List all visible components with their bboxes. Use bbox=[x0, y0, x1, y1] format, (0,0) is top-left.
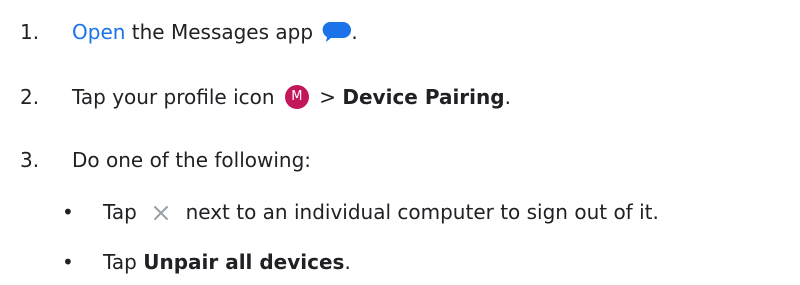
bullet-1-text-before: Tap bbox=[103, 200, 137, 224]
open-link[interactable]: Open bbox=[72, 20, 125, 44]
bullet-1-content: Tap next to an individual computer to si… bbox=[103, 198, 659, 226]
bullet-marker: • bbox=[62, 250, 74, 274]
bullet-marker: • bbox=[62, 200, 74, 224]
step-2-content: Tap your profile icon M > Device Pairing… bbox=[72, 83, 511, 111]
unpair-all-devices-label: Unpair all devices bbox=[143, 250, 345, 274]
bullet-2-text-before: Tap bbox=[103, 250, 144, 274]
step-3-text: Do one of the following: bbox=[72, 148, 312, 172]
step-1-period: . bbox=[351, 20, 358, 44]
bullet-1-text-after: next to an individual computer to sign o… bbox=[185, 200, 659, 224]
device-pairing-label: Device Pairing bbox=[342, 85, 505, 109]
step-1-content: Open the Messages app . bbox=[72, 18, 358, 46]
close-x-icon bbox=[151, 202, 171, 222]
step-number: 1. bbox=[20, 20, 40, 44]
messages-app-icon bbox=[321, 20, 352, 44]
step-2-separator: > bbox=[312, 85, 343, 109]
step-1-text: the Messages app bbox=[125, 20, 314, 44]
step-2-period: . bbox=[504, 85, 511, 109]
step-2-text: Tap your profile icon bbox=[72, 85, 275, 109]
step-number: 3. bbox=[20, 148, 40, 172]
bullet-2-period: . bbox=[344, 250, 351, 274]
step-number: 2. bbox=[20, 85, 40, 109]
profile-avatar-icon: M bbox=[284, 84, 309, 109]
bullet-2-content: Tap Unpair all devices. bbox=[103, 248, 351, 276]
